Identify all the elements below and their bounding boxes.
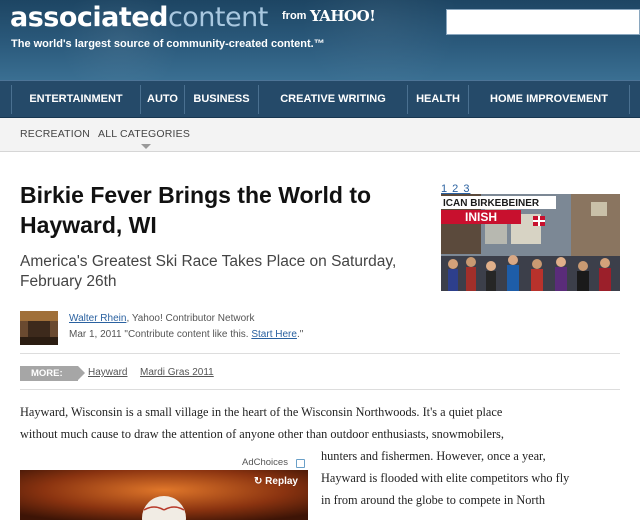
adchoices-link[interactable]: AdChoices bbox=[242, 457, 288, 468]
site-tagline: The world's largest source of community-… bbox=[11, 38, 325, 50]
nav-item-home-improvement[interactable]: HOME IMPROVEMENT bbox=[469, 81, 629, 118]
site-header: associatedcontent from YAHOO! The world'… bbox=[0, 0, 640, 80]
main-nav: ENTERTAINMENT AUTO BUSINESS CREATIVE WRI… bbox=[0, 80, 640, 118]
nav-item-auto[interactable]: AUTO bbox=[141, 81, 184, 118]
page: associatedcontent from YAHOO! The world'… bbox=[0, 0, 640, 520]
replay-label: Replay bbox=[265, 476, 298, 487]
byline: Walter Rhein, Yahoo! Contributor Network bbox=[69, 313, 254, 324]
nav-item-business[interactable]: BUSINESS bbox=[185, 81, 258, 118]
subnav-item-recreation[interactable]: RECREATION bbox=[20, 128, 90, 140]
replay-icon: ↻ bbox=[254, 476, 266, 487]
from-label: from bbox=[282, 10, 307, 22]
divider bbox=[20, 353, 620, 354]
start-here-link[interactable]: Start Here bbox=[251, 329, 297, 340]
search-input[interactable] bbox=[446, 9, 640, 35]
article-subtitle: America's Greatest Ski Race Takes Place … bbox=[20, 253, 397, 290]
tag-link-mardi-gras[interactable]: Mardi Gras 2011 bbox=[140, 367, 214, 378]
article-title: Birkie Fever Brings the World to Hayward… bbox=[20, 182, 372, 238]
yahoo-logo[interactable]: YAHOO! bbox=[310, 7, 376, 25]
author-avatar[interactable] bbox=[20, 311, 58, 345]
tag-link-hayward[interactable]: Hayward bbox=[88, 367, 127, 378]
dateline: Mar 1, 2011 "Contribute content like thi… bbox=[69, 329, 303, 340]
body-line: Hayward is flooded with elite competitor… bbox=[321, 471, 570, 485]
logo-main-text: associated bbox=[10, 2, 168, 33]
nav-item-creative-writing[interactable]: CREATIVE WRITING bbox=[259, 81, 407, 118]
author-name-link[interactable]: Walter Rhein bbox=[69, 313, 126, 324]
logo-accent-text: content bbox=[167, 2, 268, 33]
author-affiliation: , Yahoo! Contributor Network bbox=[126, 313, 255, 324]
chevron-down-icon bbox=[141, 144, 151, 149]
dateline-suffix: ." bbox=[296, 329, 304, 340]
body-line: Hayward, Wisconsin is a small village in… bbox=[20, 405, 503, 419]
nav-item-health[interactable]: HEALTH bbox=[408, 81, 468, 118]
photo-banner-text: ICAN BIRKEBEINER bbox=[443, 198, 540, 209]
more-label: MORE: bbox=[20, 366, 78, 381]
divider bbox=[20, 389, 620, 390]
author-photo bbox=[20, 311, 58, 345]
subnav-item-all-categories[interactable]: ALL CATEGORIES bbox=[98, 128, 190, 140]
article-photo[interactable]: ICAN BIRKEBEINER INISH bbox=[441, 194, 620, 291]
replay-button[interactable]: ↻ Replay bbox=[254, 476, 298, 487]
adchoices-icon[interactable] bbox=[296, 459, 305, 468]
more-arrow-icon bbox=[78, 366, 85, 380]
birkebeiner-finish-photo: ICAN BIRKEBEINER INISH bbox=[441, 194, 620, 291]
site-logo[interactable]: associatedcontent bbox=[10, 2, 268, 33]
sub-nav: RECREATION ALL CATEGORIES bbox=[0, 118, 640, 152]
body-line: hunters and fishermen. However, once a y… bbox=[321, 449, 546, 463]
nav-item-entertainment[interactable]: ENTERTAINMENT bbox=[12, 81, 140, 118]
body-line: in from around the globe to compete in N… bbox=[321, 493, 546, 507]
body-line: without much cause to draw the attention… bbox=[20, 427, 504, 441]
publish-date-text: Mar 1, 2011 "Contribute content like thi… bbox=[69, 329, 249, 340]
nav-separator bbox=[629, 85, 630, 114]
photo-finish-text: INISH bbox=[465, 210, 497, 224]
